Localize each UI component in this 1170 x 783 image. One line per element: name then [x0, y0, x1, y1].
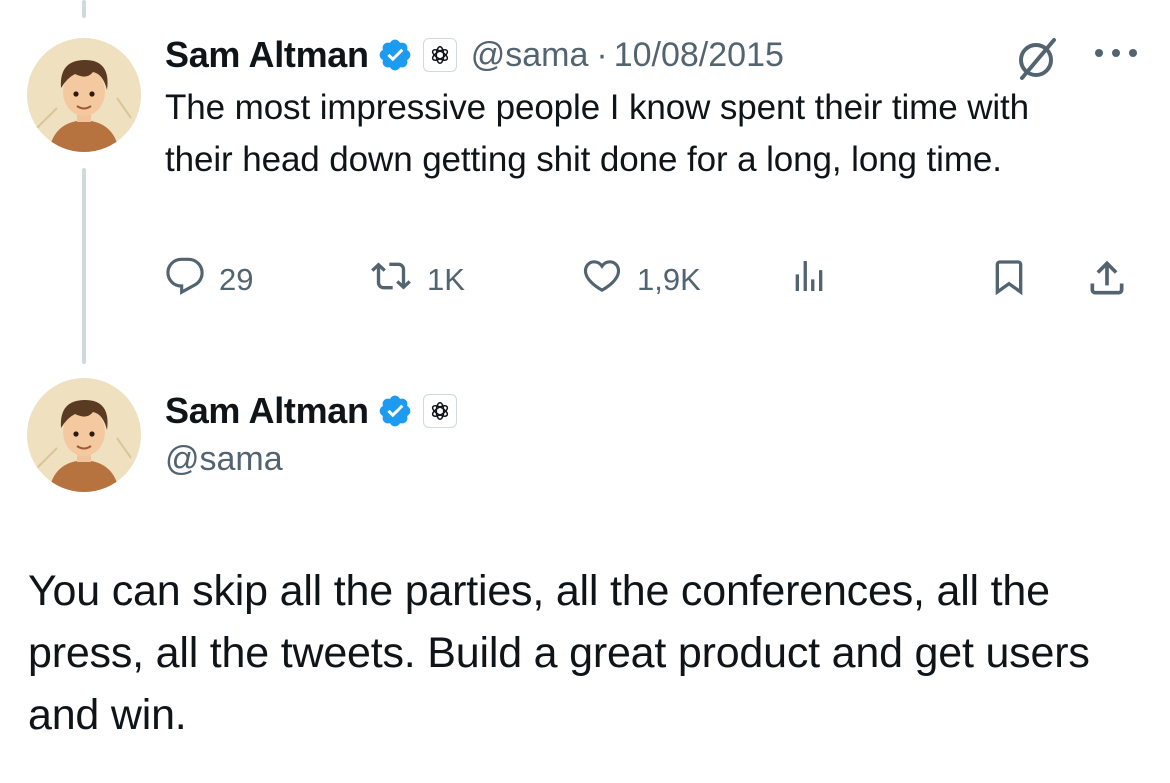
like-count: 1,9K — [637, 262, 701, 297]
thread-line — [82, 168, 86, 364]
reply-icon — [165, 256, 205, 304]
meta-separator: · — [596, 35, 608, 74]
reply-button[interactable]: 29 — [165, 256, 253, 304]
share-icon — [1085, 256, 1129, 308]
author-name[interactable]: Sam Altman — [165, 390, 369, 432]
reply-count: 29 — [219, 262, 254, 297]
thread-line-top — [82, 0, 86, 18]
author-handle[interactable]: @sama — [165, 440, 283, 479]
tweet-actions: 29 1K 1,9K — [165, 256, 1145, 306]
tweet-header: Sam Altman @sama · 10/08/2015 — [165, 34, 784, 76]
views-icon — [789, 256, 829, 304]
like-button[interactable]: 1,9K — [581, 256, 701, 304]
avatar[interactable] — [27, 378, 141, 492]
share-button[interactable] — [1085, 256, 1129, 308]
verified-badge-icon — [377, 37, 413, 73]
openai-logo-icon[interactable] — [422, 394, 457, 428]
heart-icon — [581, 256, 623, 304]
more-icon[interactable] — [1093, 46, 1139, 65]
tweet-text: You can skip all the parties, all the co… — [28, 567, 1090, 739]
repost-count: 1K — [427, 262, 465, 297]
grok-icon[interactable] — [1012, 34, 1062, 89]
repost-button[interactable]: 1K — [369, 256, 465, 304]
verified-badge-icon — [377, 393, 413, 429]
tweet-text: The most impressive people I know spent … — [165, 88, 1030, 179]
tweet-header: Sam Altman — [165, 390, 457, 432]
repost-icon — [369, 256, 413, 304]
author-handle[interactable]: @sama — [471, 36, 589, 75]
bookmark-icon — [989, 256, 1029, 306]
tweet-date[interactable]: 10/08/2015 — [614, 36, 784, 75]
bookmark-button[interactable] — [989, 256, 1029, 306]
avatar[interactable] — [27, 38, 141, 152]
author-name[interactable]: Sam Altman — [165, 34, 369, 76]
views-button[interactable] — [789, 256, 829, 304]
openai-logo-icon[interactable] — [422, 38, 457, 72]
